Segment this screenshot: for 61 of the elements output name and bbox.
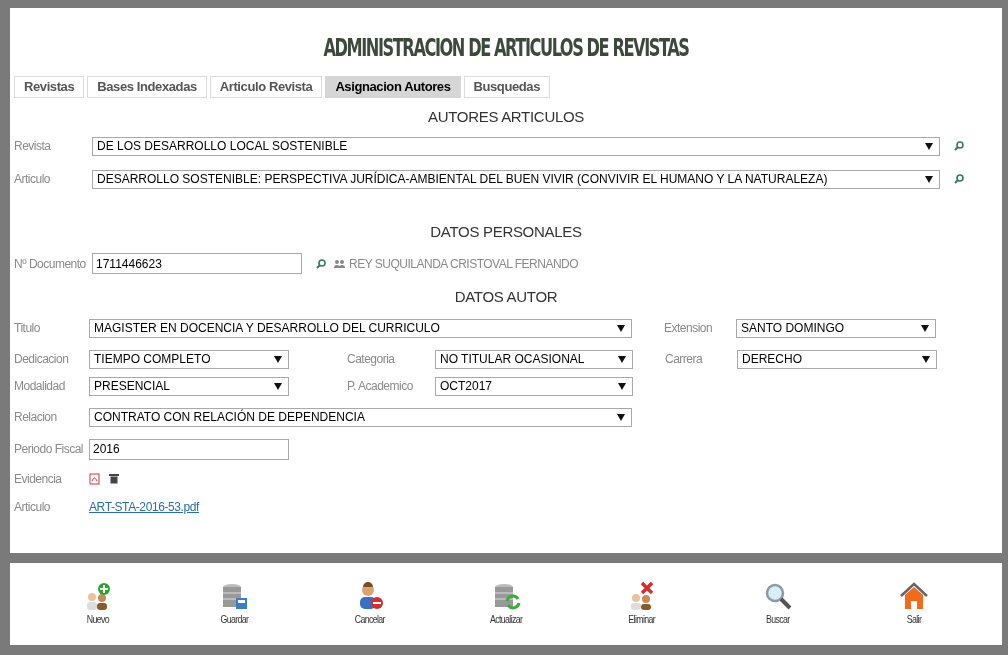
dropdown-select[interactable]: DESARROLLO SOSTENIBLE: PERSPECTIVA JURÍDICA-AMBIENTAL DEL BUEN VIVIR (CONVIVIR EL HUMANO Y LA NATURALEZA): [92, 169, 940, 189]
search-icon[interactable]: [316, 258, 326, 269]
document-input[interactable]: 1711446623: [92, 253, 302, 274]
tab[interactable]: Bases Indexadas: [87, 76, 207, 98]
field-label: Relacion: [14, 409, 58, 426]
tab[interactable]: Asignacion Autores: [325, 76, 461, 98]
trash-icon[interactable]: [109, 473, 119, 484]
field-label: Nº Documento: [14, 255, 87, 273]
toolbar-button[interactable]: Nuevo: [53, 580, 143, 628]
field-label: Evidencia: [14, 470, 63, 488]
pdf-file-icon[interactable]: [89, 472, 101, 485]
file-link[interactable]: ART-STA-2016-53.pdf: [89, 497, 199, 516]
dropdown-select[interactable]: NO TITULAR OCASIONAL: [435, 349, 633, 369]
dropdown-caret-icon: [922, 355, 930, 363]
section-heading: AUTORES ARTICULOS: [426, 107, 586, 127]
section-heading: DATOS PERSONALES: [429, 221, 583, 242]
dropdown-caret-icon: [617, 324, 625, 332]
person-name: REY SUQUILANDA CRISTOVAL FERNANDO: [349, 255, 579, 273]
dropdown-caret-icon: [921, 324, 929, 332]
dropdown-caret-icon: [274, 382, 282, 390]
dropdown-select[interactable]: OCT2017: [435, 376, 633, 396]
toolbar-button[interactable]: Buscar: [733, 580, 823, 628]
dropdown-caret-icon: [618, 355, 626, 363]
field-label: Categoria: [347, 351, 396, 368]
page-title: ADMINISTRACION DE ARTICULOS DE REVISTAS: [322, 32, 690, 64]
field-label: Modalidad: [14, 378, 66, 395]
field-label: Articulo: [14, 498, 51, 516]
dropdown-select[interactable]: SANTO DOMINGO: [736, 318, 936, 338]
field-label: Dedicacion: [14, 351, 70, 368]
toolbar-button[interactable]: Cancelar: [325, 580, 415, 628]
toolbar-button[interactable]: Salir: [869, 580, 959, 628]
dropdown-select[interactable]: TIEMPO COMPLETO: [89, 349, 289, 369]
toolbar-button[interactable]: Actualizar: [461, 580, 551, 628]
dropdown-caret-icon: [925, 142, 933, 150]
field-label: Articulo: [14, 171, 51, 188]
tab[interactable]: Revistas: [14, 76, 85, 98]
field-label: Revista: [14, 138, 52, 155]
search-icon[interactable]: [954, 141, 964, 151]
tab[interactable]: Busquedas: [463, 76, 550, 98]
dropdown-select[interactable]: DE LOS DESARROLLO LOCAL SOSTENIBLE: [92, 136, 940, 156]
dropdown-select[interactable]: PRESENCIAL: [89, 376, 289, 396]
field-label: Titulo: [14, 320, 41, 337]
dropdown-caret-icon: [925, 175, 933, 183]
field-label: P. Academico: [347, 378, 414, 395]
dropdown-select[interactable]: DERECHO: [737, 349, 937, 369]
fiscal-period-input[interactable]: 2016: [89, 438, 289, 460]
dropdown-caret-icon: [274, 355, 282, 363]
users-icon: [334, 258, 345, 269]
toolbar-button[interactable]: Eliminar: [597, 580, 687, 628]
tab[interactable]: Articulo Revista: [209, 76, 323, 98]
toolbar-button[interactable]: Guardar: [189, 580, 279, 628]
home-icon[interactable]: [899, 580, 929, 611]
dropdown-select[interactable]: CONTRATO CON RELACIÓN DE DEPENDENCIA: [89, 407, 632, 427]
dropdown-caret-icon: [618, 382, 626, 390]
field-label: Periodo Fiscal: [14, 441, 85, 458]
dropdown-select[interactable]: MAGISTER EN DOCENCIA Y DESARROLLO DEL CURRICULO: [89, 318, 632, 338]
dropdown-caret-icon: [617, 413, 625, 421]
field-label: Extension: [664, 320, 714, 337]
section-heading: DATOS AUTOR: [453, 287, 559, 307]
field-label: Carrera: [665, 351, 704, 368]
search-icon[interactable]: [954, 174, 964, 184]
